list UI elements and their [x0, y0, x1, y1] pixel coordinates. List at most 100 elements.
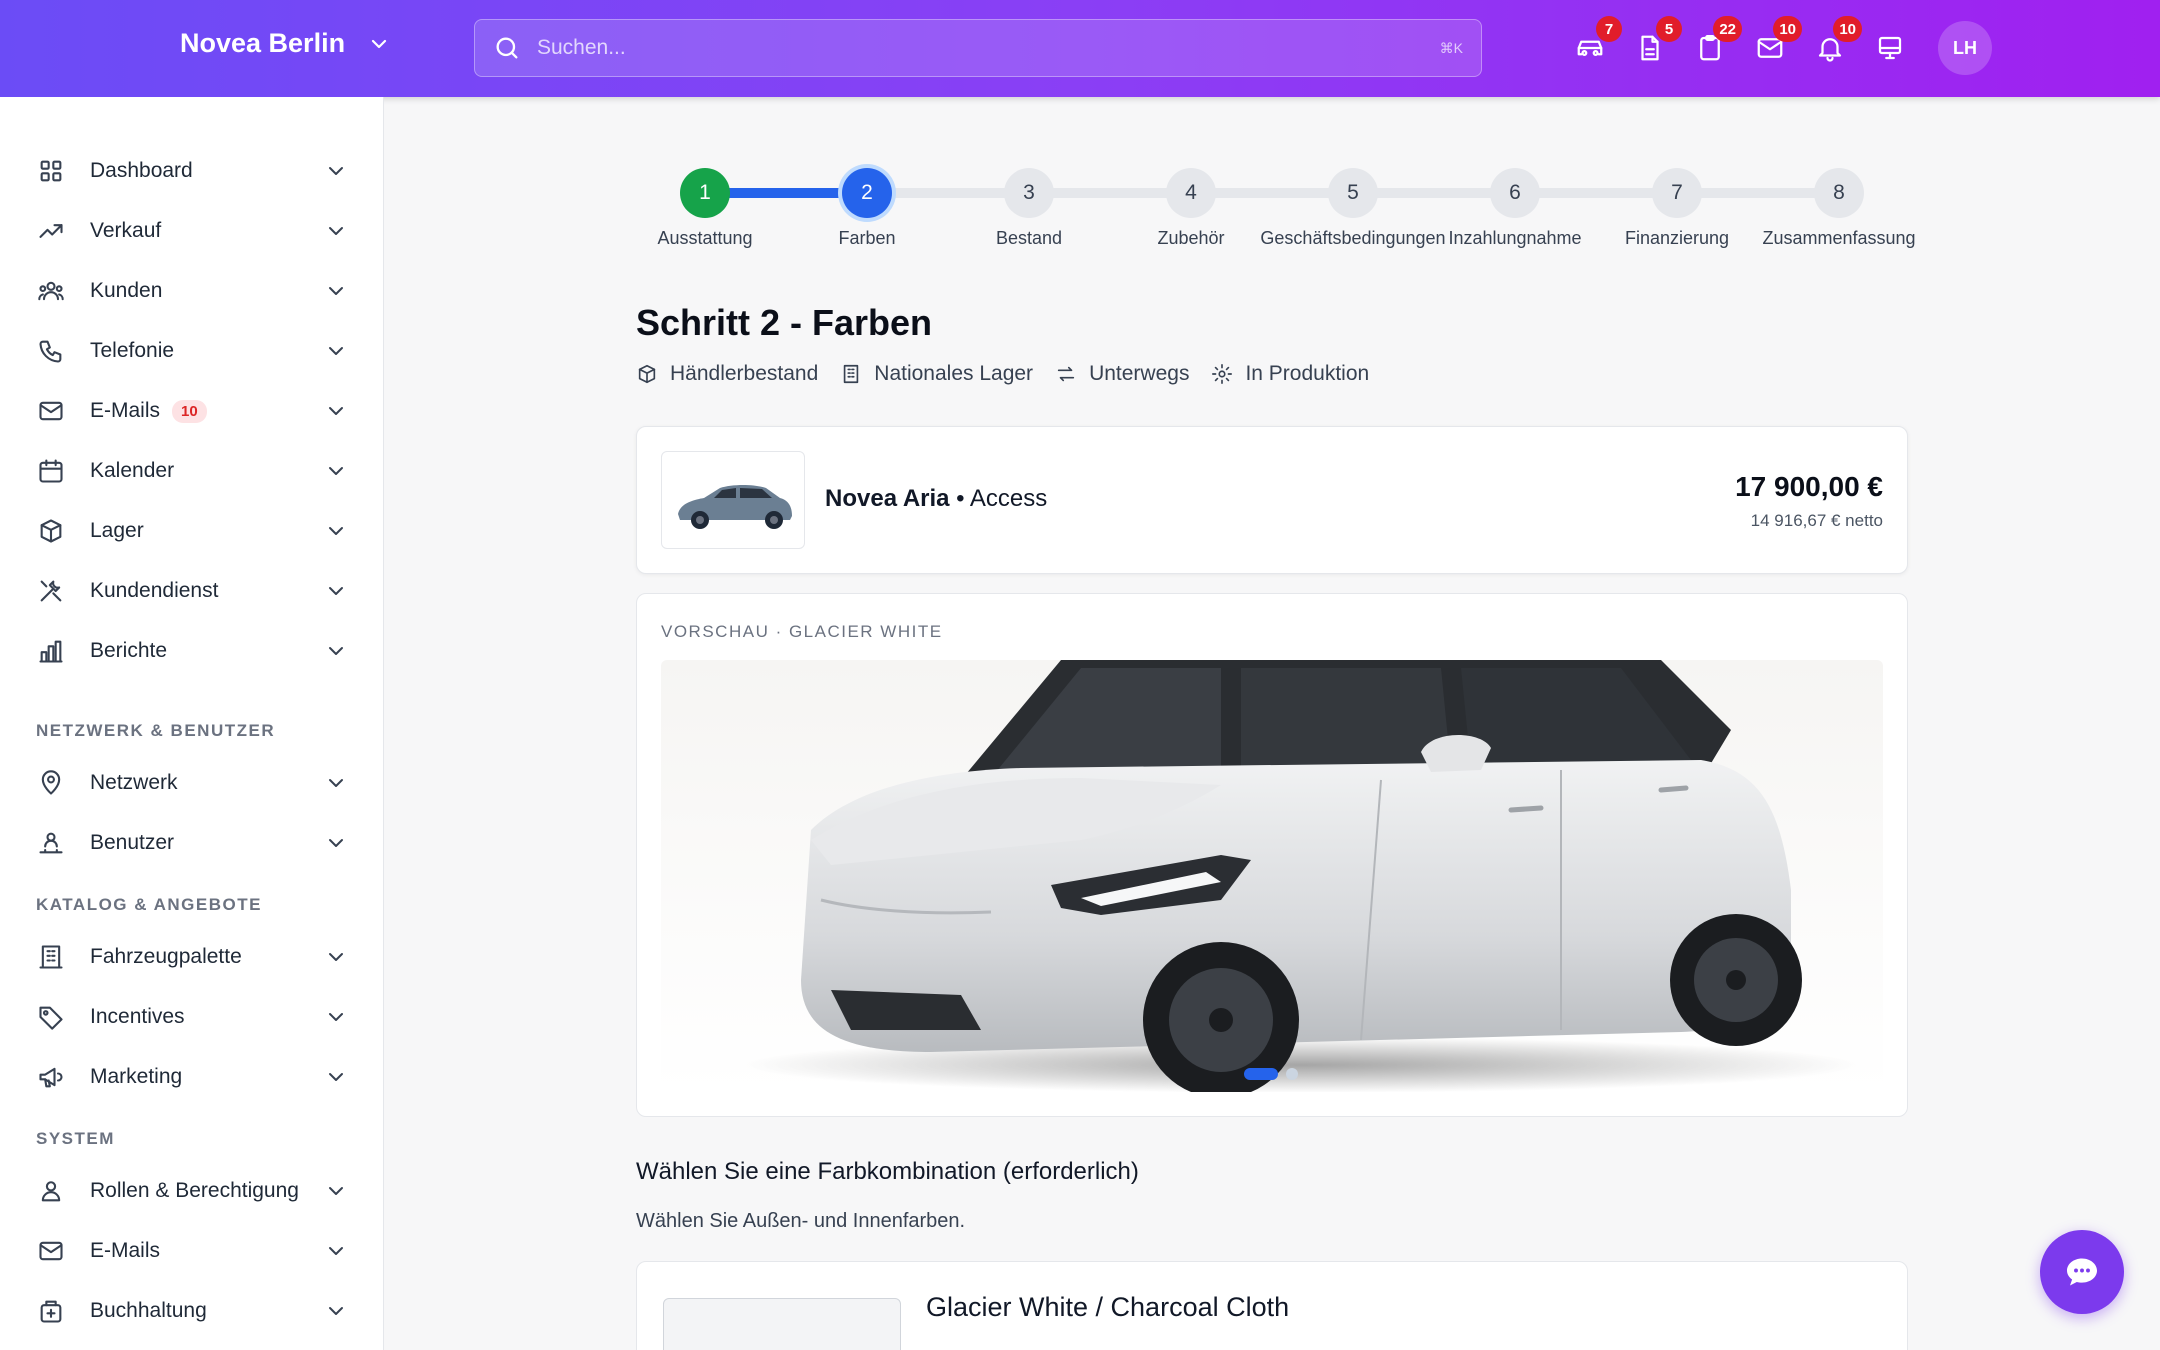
section-heading-catalog: KATALOG & ANGEBOTE: [36, 895, 262, 914]
step-2-circle[interactable]: 2: [842, 168, 892, 218]
calendar-icon: [36, 456, 66, 486]
notification-badge: 10: [1773, 16, 1802, 42]
step-8-label: Zusammenfassung: [1762, 228, 1916, 248]
sidebar-item-incentives[interactable]: Incentives: [36, 992, 348, 1042]
notification-badge: 5: [1656, 16, 1682, 42]
wallet-icon: [36, 1296, 66, 1326]
header-display-button[interactable]: [1872, 30, 1908, 66]
sidebar-item-benutzer[interactable]: Benutzer: [36, 818, 348, 868]
color-selection-subtext: Wählen Sie Außen- und Innenfarben.: [636, 1210, 966, 1232]
selected-model-card: Novea Aria • Access 17 900,00 € 14 916,6…: [636, 426, 1908, 574]
model-price-netto: 14 916,67 € netto: [1750, 511, 1883, 530]
search-input[interactable]: [537, 36, 1440, 60]
header-notifications-button[interactable]: 10: [1812, 16, 1862, 66]
sidebar-item-label: E-Mails: [90, 399, 161, 422]
sidebar-item-netzwerk[interactable]: Netzwerk: [36, 758, 348, 808]
sidebar-item-telefonie[interactable]: Telefonie: [36, 326, 348, 376]
sidebar-item-kundendienst[interactable]: Kundendienst: [36, 566, 348, 616]
building-icon: [844, 364, 859, 384]
chevron-down-icon: [329, 1187, 343, 1195]
chevron-down-icon: [329, 953, 343, 961]
sidebar-item-buchhaltung[interactable]: Buchhaltung: [36, 1286, 348, 1336]
color-swatch: [663, 1298, 901, 1350]
sidebar-item-label: Berichte: [90, 639, 168, 662]
mail-icon: [36, 396, 66, 426]
step-8-circle[interactable]: 8: [1814, 168, 1864, 218]
trending-up-icon: [36, 216, 66, 246]
sidebar-item-emails[interactable]: E-Mails 10: [36, 386, 348, 436]
sidebar-item-label: Telefonie: [90, 339, 175, 362]
chevron-down-icon: [329, 167, 343, 175]
search-bar[interactable]: ⌘K: [474, 19, 1482, 77]
carousel-dot[interactable]: [1286, 1068, 1298, 1080]
grid-icon: [36, 156, 66, 186]
tag-icon: [36, 1002, 66, 1032]
step-7-circle[interactable]: 7: [1652, 168, 1702, 218]
building-icon: [36, 942, 66, 972]
sidebar-item-marketing[interactable]: Marketing: [36, 1052, 348, 1102]
model-name: Novea Aria: [825, 485, 950, 512]
tab-unterwegs[interactable]: Unterwegs: [1055, 362, 1189, 386]
step-5-circle[interactable]: 5: [1328, 168, 1378, 218]
cube-icon: [638, 364, 656, 384]
sidebar-item-rollen[interactable]: Rollen & Berechtigung: [36, 1166, 348, 1216]
chevron-down-icon: [329, 1013, 343, 1021]
search-icon: [496, 37, 518, 59]
sidebar: Dashboard Verkauf Kunden Telefonie E-Mai…: [0, 97, 384, 1350]
step-4-circle[interactable]: 4: [1166, 168, 1216, 218]
header-car-button[interactable]: 7: [1572, 16, 1622, 66]
section-heading-system: SYSTEM: [36, 1129, 115, 1148]
car-preview-image: [661, 660, 1883, 1092]
dealer-selector[interactable]: Novea Berlin: [180, 28, 391, 59]
model-trim: Access: [969, 485, 1048, 512]
sidebar-item-lager[interactable]: Lager: [36, 506, 348, 556]
model-thumbnail: [661, 451, 805, 549]
step-3-circle[interactable]: 3: [1004, 168, 1054, 218]
color-combination-option[interactable]: Glacier White / Charcoal Cloth: [636, 1261, 1908, 1350]
page-title: Schritt 2 - Farben: [636, 302, 933, 343]
tab-haendlerbestand[interactable]: Händlerbestand: [636, 362, 818, 386]
chevron-down-icon: [329, 227, 343, 235]
sidebar-item-label: Benutzer: [90, 831, 175, 854]
sidebar-item-system-emails[interactable]: E-Mails: [36, 1226, 348, 1276]
sidebar-item-kunden[interactable]: Kunden: [36, 266, 348, 316]
chevron-down-icon: [329, 287, 343, 295]
arrows-exchange-icon: [1057, 366, 1075, 382]
tools-icon: [36, 576, 66, 606]
sidebar-item-label: Dashboard: [90, 159, 193, 182]
megaphone-icon: [36, 1062, 66, 1092]
box-icon: [36, 516, 66, 546]
header-mail-button[interactable]: 10: [1752, 16, 1802, 66]
header-documents-button[interactable]: 5: [1632, 16, 1682, 66]
step-6-circle[interactable]: 6: [1490, 168, 1540, 218]
phone-icon: [36, 336, 66, 366]
sidebar-item-kalender[interactable]: Kalender: [36, 446, 348, 496]
tab-label: Unterwegs: [1089, 362, 1190, 385]
chat-button[interactable]: [2040, 1230, 2124, 1314]
map-pin-icon: [36, 768, 66, 798]
top-bar: Novea Berlin ⌘K 7 5 22 10 10 LH: [0, 0, 2160, 97]
user-icon: [36, 1176, 66, 1206]
user-avatar[interactable]: LH: [1938, 21, 1992, 75]
tab-in-produktion[interactable]: In Produktion: [1211, 362, 1369, 386]
sidebar-item-label: Fahrzeugpalette: [90, 945, 242, 968]
monitor-icon: [1878, 36, 1902, 60]
sidebar-item-label: Incentives: [90, 1005, 185, 1028]
tab-nationales-lager[interactable]: Nationales Lager: [840, 362, 1033, 386]
chevron-down-icon: [329, 467, 343, 475]
bar-chart-icon: [36, 636, 66, 666]
header-tasks-button[interactable]: 22: [1692, 16, 1742, 66]
carousel-dot[interactable]: [1244, 1068, 1278, 1080]
sidebar-item-label: Marketing: [90, 1065, 183, 1088]
sidebar-item-verkauf[interactable]: Verkauf: [36, 206, 348, 256]
sidebar-item-fahrzeugpalette[interactable]: Fahrzeugpalette: [36, 932, 348, 982]
section-heading-network: NETZWERK & BENUTZER: [36, 721, 276, 740]
sidebar-item-berichte[interactable]: Berichte: [36, 626, 348, 676]
chevron-down-icon: [329, 1307, 343, 1315]
sidebar-item-dashboard[interactable]: Dashboard: [36, 146, 348, 196]
sidebar-item-label: Verkauf: [90, 219, 162, 242]
tab-label: In Produktion: [1245, 362, 1370, 385]
sidebar-item-label: Rollen & Berechtigung: [90, 1179, 299, 1202]
step-1-circle[interactable]: 1: [680, 168, 730, 218]
chevron-down-icon: [329, 647, 343, 655]
